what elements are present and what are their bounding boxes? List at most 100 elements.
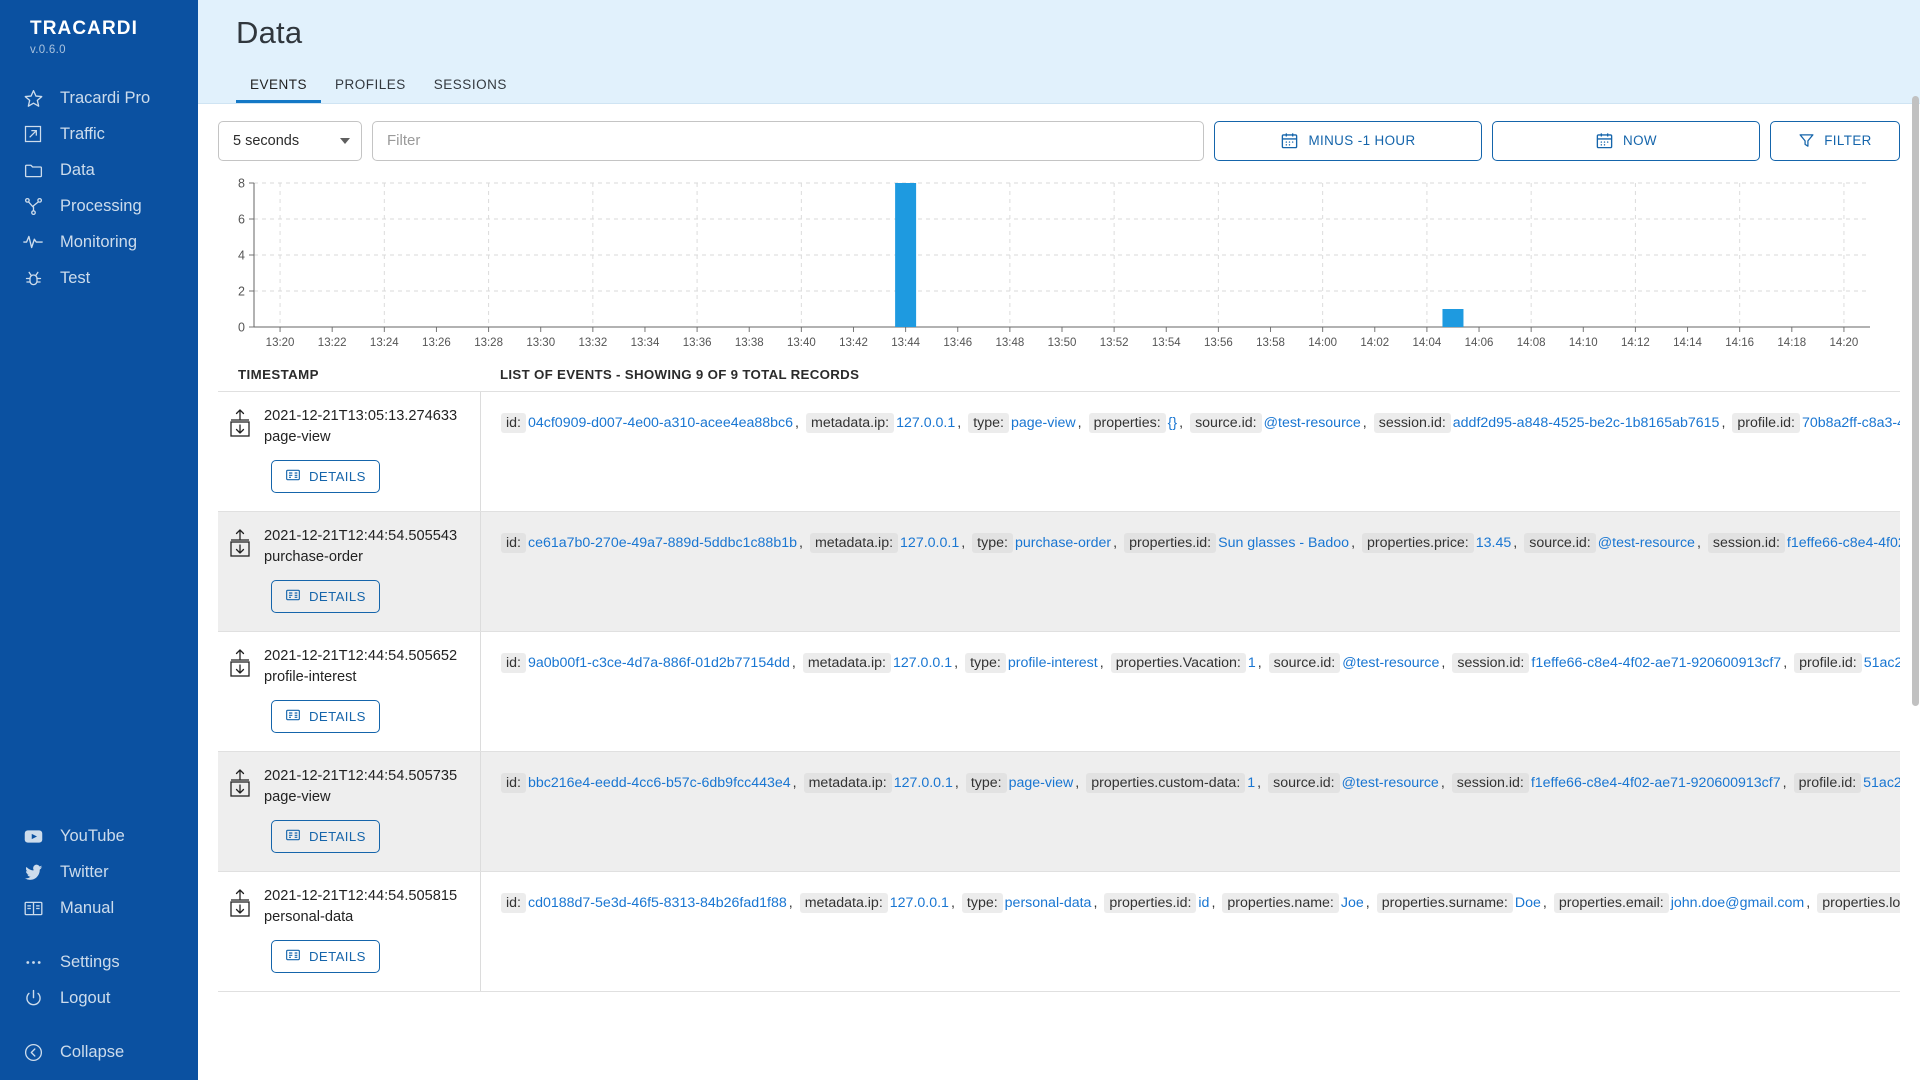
list-details-icon xyxy=(285,467,301,486)
field-separator: , xyxy=(1099,654,1104,671)
field-separator: , xyxy=(799,534,803,551)
page-header: Data EVENTS PROFILES SESSIONS xyxy=(198,0,1920,104)
sidebar-item-tracardi-pro[interactable]: Tracardi Pro xyxy=(0,80,198,116)
sidebar-item-twitter[interactable]: Twitter xyxy=(0,854,198,890)
sort-updown-icon[interactable] xyxy=(226,528,254,558)
chart-svg: 0 2 4 6 8 13:20 13:22 13:24 13:26 13:28 13:30 13:32… xyxy=(238,176,1870,349)
filter-input[interactable] xyxy=(372,120,1204,161)
field-value[interactable]: 1 xyxy=(1245,775,1257,791)
sidebar-item-label: Collapse xyxy=(60,1042,125,1061)
field-separator: , xyxy=(1257,774,1262,791)
sidebar-item-monitoring[interactable]: Monitoring xyxy=(0,224,198,260)
refresh-interval-select[interactable]: 5 seconds xyxy=(218,120,362,161)
sort-updown-icon[interactable] xyxy=(226,888,254,918)
tab-profiles[interactable]: PROFILES xyxy=(321,71,420,103)
field-value[interactable]: bbc216e4-eedd-4cc6-b57c-6db9fcc443e4 xyxy=(526,775,793,791)
table-row: 2021-12-21T12:44:54.505652 profile-intere… xyxy=(218,631,1900,752)
details-button[interactable]: DETAILS xyxy=(271,700,380,734)
field-key: properties.custom-data: xyxy=(1086,772,1246,793)
row-fields-cell: id: 04cf0909-d007-4e00-a310-acee4ea88bc6,… xyxy=(480,391,1900,511)
field-value[interactable]: personal-data xyxy=(1003,895,1094,911)
scrollbar[interactable] xyxy=(1911,96,1920,1080)
list-details-icon xyxy=(285,827,301,846)
tab-bar: EVENTS PROFILES SESSIONS xyxy=(236,71,1920,103)
field-value[interactable]: Joe xyxy=(1339,895,1366,911)
field-value[interactable]: 70b8a2ff-c8a3-4341-bce1-fbbf650520f2 xyxy=(1800,415,1900,431)
details-button[interactable]: DETAILS xyxy=(271,580,380,614)
field-value[interactable]: 1 xyxy=(1246,655,1258,671)
svg-text:13:22: 13:22 xyxy=(318,337,347,349)
brand: TRACARDI v.0.6.0 xyxy=(0,0,198,60)
sort-updown-icon[interactable] xyxy=(226,648,254,678)
field-value[interactable]: {} xyxy=(1166,415,1179,431)
svg-text:13:36: 13:36 xyxy=(683,337,712,349)
field-value[interactable]: 9a0b00f1-c3ce-4d7a-886f-01d2b77154dd xyxy=(526,655,792,671)
scrollbar-thumb[interactable] xyxy=(1912,96,1919,706)
field-value[interactable]: f1effe66-c8e4-4f02-ae71-920600913cf7 xyxy=(1785,535,1900,551)
sidebar-item-settings[interactable]: Settings xyxy=(0,944,198,980)
field-key: properties.Vacation: xyxy=(1110,652,1246,673)
field-value[interactable]: page-view xyxy=(1009,415,1078,431)
svg-text:13:50: 13:50 xyxy=(1048,337,1077,349)
field-value[interactable]: @test-resource xyxy=(1340,775,1441,791)
field-value[interactable]: 04cf0909-d007-4e00-a310-acee4ea88bc6 xyxy=(526,415,795,431)
field-value[interactable]: 127.0.0.1 xyxy=(892,775,955,791)
field-value[interactable]: ce61a7b0-270e-49a7-889d-5ddbc1c88b1b xyxy=(526,535,799,551)
field-key: id: xyxy=(501,892,526,913)
field-value[interactable]: 127.0.0.1 xyxy=(891,655,954,671)
field-value[interactable]: @test-resource xyxy=(1340,655,1441,671)
table-row: 2021-12-21T12:44:54.505735 page-view DETAI… xyxy=(218,751,1900,872)
sidebar-item-logout[interactable]: Logout xyxy=(0,980,198,1016)
field-value[interactable]: Sun glasses - Badoo xyxy=(1216,535,1351,551)
field-value[interactable]: john.doe@gmail.com xyxy=(1669,895,1807,911)
field-value[interactable]: 127.0.0.1 xyxy=(894,415,957,431)
events-column-header: LIST OF EVENTS - SHOWING 9 OF 9 TOTAL RE… xyxy=(500,366,860,382)
field-value[interactable]: f1effe66-c8e4-4f02-ae71-920600913cf7 xyxy=(1529,775,1783,791)
row-timestamp-cell: 2021-12-21T13:05:13.274633 page-view DETAI… xyxy=(218,392,480,511)
tab-events[interactable]: EVENTS xyxy=(236,71,322,103)
field-value[interactable]: 51ac29e9-81a8-4e7c-b51e-b0ee09354e24 xyxy=(1862,655,1900,671)
row-fields-cell: id: bbc216e4-eedd-4cc6-b57c-6db9fcc443e4,… xyxy=(480,751,1900,871)
field-value[interactable]: @test-resource xyxy=(1262,415,1363,431)
field-value[interactable]: profile-interest xyxy=(1006,655,1100,671)
row-timestamp-cell: 2021-12-21T12:44:54.505543 purchase-order… xyxy=(218,512,480,631)
sidebar-item-manual[interactable]: Manual xyxy=(0,890,198,926)
sort-updown-icon[interactable] xyxy=(226,408,254,438)
svg-text:13:54: 13:54 xyxy=(1152,337,1181,349)
sort-updown-icon[interactable] xyxy=(226,768,254,798)
tab-sessions[interactable]: SESSIONS xyxy=(420,71,521,103)
sidebar-item-data[interactable]: Data xyxy=(0,152,198,188)
svg-text:13:24: 13:24 xyxy=(370,337,399,349)
svg-text:14:18: 14:18 xyxy=(1777,337,1806,349)
field-key: session.id: xyxy=(1707,532,1785,553)
svg-text:14:20: 14:20 xyxy=(1830,337,1859,349)
field-value[interactable]: 127.0.0.1 xyxy=(898,535,961,551)
details-button[interactable]: DETAILS xyxy=(271,940,380,974)
timestamp-texts: 2021-12-21T12:44:54.505735 page-view xyxy=(264,766,457,808)
field-value[interactable]: addf2d95-a848-4525-be2c-1b8165ab7615 xyxy=(1451,415,1722,431)
field-value[interactable]: Doe xyxy=(1513,895,1543,911)
date-to-button[interactable]: NOW xyxy=(1492,120,1760,161)
sidebar-item-youtube[interactable]: YouTube xyxy=(0,818,198,854)
field-key: properties.location: xyxy=(1817,892,1900,913)
date-from-button[interactable]: MINUS -1 HOUR xyxy=(1214,120,1482,161)
field-pair: metadata.ip: 127.0.0.1 xyxy=(799,892,951,913)
field-value[interactable]: 13.45 xyxy=(1474,535,1514,551)
field-value[interactable]: @test-resource xyxy=(1596,535,1697,551)
details-button[interactable]: DETAILS xyxy=(271,460,380,494)
field-value[interactable]: id xyxy=(1196,895,1211,911)
field-value[interactable]: 127.0.0.1 xyxy=(888,895,951,911)
field-value[interactable]: f1effe66-c8e4-4f02-ae71-920600913cf7 xyxy=(1529,655,1783,671)
field-value[interactable]: cd0188d7-5e3d-46f5-8313-84b26fad1f88 xyxy=(526,895,789,911)
sidebar-item-test[interactable]: Test xyxy=(0,260,198,296)
field-key: type: xyxy=(972,532,1013,553)
details-button[interactable]: DETAILS xyxy=(271,820,380,854)
sidebar-item-processing[interactable]: Processing xyxy=(0,188,198,224)
sidebar-item-collapse[interactable]: Collapse xyxy=(0,1034,198,1070)
field-value[interactable]: purchase-order xyxy=(1013,535,1113,551)
field-value[interactable]: 51ac29e9-81a8-4e7c-b51e-b0ee09354e24 xyxy=(1861,775,1900,791)
filter-button[interactable]: FILTER xyxy=(1770,120,1900,161)
field-value[interactable]: page-view xyxy=(1007,775,1076,791)
calendar-icon xyxy=(1280,131,1299,150)
sidebar-item-traffic[interactable]: Traffic xyxy=(0,116,198,152)
